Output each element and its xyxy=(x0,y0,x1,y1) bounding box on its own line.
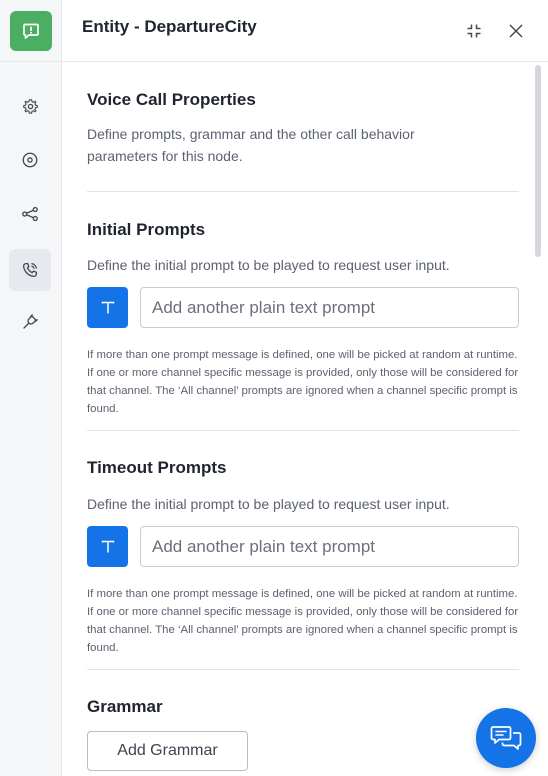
text-prompt-icon xyxy=(101,540,114,552)
node-type-area xyxy=(0,0,62,62)
chat-bubbles-icon xyxy=(490,726,522,750)
initial-prompts-title: Initial Prompts xyxy=(87,220,206,239)
sidebar-item-connections[interactable] xyxy=(9,193,51,235)
scrollbar[interactable] xyxy=(533,63,543,776)
add-grammar-button[interactable]: Add Grammar xyxy=(87,731,248,771)
node-type-badge xyxy=(10,10,52,51)
section-divider xyxy=(87,669,519,670)
voice-call-title: Voice Call Properties xyxy=(87,90,256,109)
text-prompt-icon xyxy=(101,301,114,313)
entity-node-icon xyxy=(23,23,39,39)
timeout-prompt-input[interactable] xyxy=(140,526,519,567)
section-divider xyxy=(87,191,519,192)
voice-call-description: Define prompts, grammar and the other ca… xyxy=(87,126,415,164)
initial-prompts-note: If more than one prompt message is defin… xyxy=(87,349,519,415)
share-nodes-icon xyxy=(22,206,38,222)
sidebar-item-plug[interactable] xyxy=(9,301,51,343)
sidebar-item-settings[interactable] xyxy=(9,85,51,127)
panel-title: Entity - DepartureCity xyxy=(82,17,257,36)
target-icon xyxy=(22,152,38,168)
timeout-prompts-note: If more than one prompt message is defin… xyxy=(87,588,519,654)
plug-icon xyxy=(23,314,38,329)
initial-prompt-input[interactable] xyxy=(140,287,519,328)
left-sidebar xyxy=(0,0,62,776)
timeout-prompt-type-button[interactable] xyxy=(87,526,128,567)
chat-button[interactable] xyxy=(476,708,536,768)
gear-icon xyxy=(22,98,38,114)
scrollbar-thumb[interactable] xyxy=(535,65,541,257)
properties-content: Voice Call Properties Define prompts, gr… xyxy=(62,63,548,776)
initial-prompts-description: Define the initial prompt to be played t… xyxy=(87,257,450,273)
phone-icon xyxy=(22,262,38,278)
panel-header: Entity - DepartureCity xyxy=(62,0,548,62)
sidebar-item-target[interactable] xyxy=(9,139,51,181)
section-divider xyxy=(87,430,519,431)
timeout-prompts-title: Timeout Prompts xyxy=(87,458,227,477)
minimize-button[interactable] xyxy=(462,19,486,43)
close-button[interactable] xyxy=(504,19,528,43)
collapse-icon xyxy=(467,24,481,38)
timeout-prompts-description: Define the initial prompt to be played t… xyxy=(87,496,450,512)
initial-prompt-type-button[interactable] xyxy=(87,287,128,328)
sidebar-item-voice-call[interactable] xyxy=(9,249,51,291)
grammar-title: Grammar xyxy=(87,697,163,716)
close-icon xyxy=(509,24,523,38)
